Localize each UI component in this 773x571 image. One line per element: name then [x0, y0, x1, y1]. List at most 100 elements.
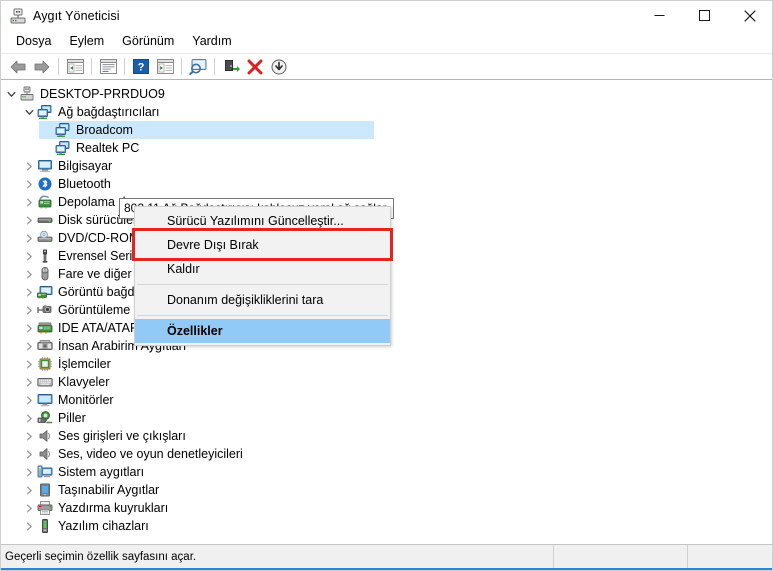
back-icon[interactable]	[6, 55, 30, 78]
status-bar-message: Geçerli seçimin özellik sayfasını açar.	[1, 545, 554, 568]
chevron-right-icon[interactable]	[21, 445, 37, 463]
system-device-icon	[37, 464, 53, 480]
tree-item-software-device[interactable]: Yazılım cihazları	[1, 517, 772, 535]
chevron-right-icon[interactable]	[21, 373, 37, 391]
chevron-right-icon[interactable]	[21, 517, 37, 535]
chevron-right-icon[interactable]	[21, 211, 37, 229]
imaging-device-icon	[37, 302, 53, 318]
context-menu-item-disable[interactable]: Devre Dışı Bırak	[135, 233, 390, 257]
chevron-down-icon[interactable]	[21, 103, 37, 121]
tree-item-label: Bluetooth	[58, 177, 111, 191]
print-queue-icon	[37, 500, 53, 516]
network-adapter-icon	[55, 140, 71, 156]
disable-device-icon[interactable]	[219, 55, 243, 78]
tree-item-print-queue[interactable]: Yazdırma kuyrukları	[1, 499, 772, 517]
toolbar: ?	[1, 54, 772, 80]
tree-item-label: Ses girişleri ve çıkışları	[58, 429, 186, 443]
svg-text:?: ?	[138, 62, 145, 74]
chevron-right-icon[interactable]	[21, 463, 37, 481]
tree-item-network-adapter[interactable]: Broadcom	[1, 121, 772, 139]
maximize-icon[interactable]	[682, 1, 727, 30]
chevron-right-icon[interactable]	[21, 355, 37, 373]
tree-item-label: Yazılım cihazları	[58, 519, 149, 533]
chevron-right-icon[interactable]	[21, 409, 37, 427]
tree-root-label: DESKTOP-PRRDUO9	[40, 87, 165, 101]
chevron-right-icon[interactable]	[21, 391, 37, 409]
toolbar-separator	[214, 58, 215, 75]
tree-item-monitor[interactable]: Monitörler	[1, 391, 772, 409]
network-adapter-icon	[55, 122, 71, 138]
tree-item-computer[interactable]: Bilgisayar	[1, 157, 772, 175]
tree-item-portable-device[interactable]: Taşınabilir Aygıtlar	[1, 481, 772, 499]
chevron-right-icon[interactable]	[21, 229, 37, 247]
menu-dosya[interactable]: Dosya	[7, 32, 60, 51]
tree-item-battery[interactable]: Piller	[1, 409, 772, 427]
context-menu-item-update-driver[interactable]: Sürücü Yazılımını Güncelleştir...	[135, 209, 390, 233]
tree-item-label: Realtek PC	[76, 141, 140, 155]
chevron-right-icon[interactable]	[21, 319, 37, 337]
chevron-right-icon[interactable]	[21, 427, 37, 445]
menu-yardim[interactable]: Yardım	[183, 32, 240, 51]
chevron-right-icon[interactable]	[21, 337, 37, 355]
tree-item-label: Broadcom	[76, 123, 133, 137]
chevron-right-icon[interactable]	[21, 193, 37, 211]
properties-icon[interactable]	[96, 55, 120, 78]
uninstall-device-icon[interactable]	[243, 55, 267, 78]
menu-gorunum[interactable]: Görünüm	[113, 32, 183, 51]
tree-item-keyboard[interactable]: Klavyeler	[1, 373, 772, 391]
chevron-right-icon[interactable]	[21, 157, 37, 175]
tree-item-label: Monitörler	[58, 393, 114, 407]
chevron-right-icon[interactable]	[21, 283, 37, 301]
context-menu-separator	[137, 284, 388, 285]
ide-controller-icon	[37, 320, 53, 336]
software-device-icon	[37, 518, 53, 534]
storage-controller-icon	[37, 194, 53, 210]
chevron-right-icon[interactable]	[21, 301, 37, 319]
install-legacy-hardware-icon[interactable]	[267, 55, 291, 78]
caption-button-group	[637, 1, 772, 30]
tree-item-audio-io[interactable]: Ses girişleri ve çıkışları	[1, 427, 772, 445]
context-menu-item-properties[interactable]: Özellikler	[135, 319, 390, 343]
chevron-down-icon[interactable]	[3, 85, 19, 103]
bluetooth-icon	[37, 176, 53, 192]
hid-icon	[37, 338, 53, 354]
tree-item-label: Ses, video ve oyun denetleyicileri	[58, 447, 243, 461]
help-icon[interactable]: ?	[129, 55, 153, 78]
tree-item-label: Sistem aygıtları	[58, 465, 145, 479]
tree-indent-spacer	[39, 139, 55, 157]
tree-root-row[interactable]: DESKTOP-PRRDUO9	[1, 85, 772, 103]
context-menu-item-scan-hardware[interactable]: Donanım değişikliklerini tara	[135, 288, 390, 312]
chevron-right-icon[interactable]	[21, 481, 37, 499]
tree-item-network-adapter[interactable]: Ağ bağdaştırıcıları	[1, 103, 772, 121]
battery-icon	[37, 410, 53, 426]
device-context-menu[interactable]: Sürücü Yazılımını Güncelleştir... Devre …	[134, 206, 391, 346]
show-hide-console-tree-icon[interactable]	[63, 55, 87, 78]
network-adapter-icon	[37, 104, 53, 120]
scan-hardware-changes-icon[interactable]	[186, 55, 210, 78]
chevron-right-icon[interactable]	[21, 175, 37, 193]
tree-item-bluetooth[interactable]: Bluetooth	[1, 175, 772, 193]
minimize-icon[interactable]	[637, 1, 682, 30]
tree-item-system-device[interactable]: Sistem aygıtları	[1, 463, 772, 481]
forward-icon[interactable]	[30, 55, 54, 78]
tree-item-label: DVD/CD-ROM	[58, 231, 140, 245]
context-menu-item-uninstall[interactable]: Kaldır	[135, 257, 390, 281]
portable-device-icon	[37, 482, 53, 498]
audio-io-icon	[37, 428, 53, 444]
status-bar: Geçerli seçimin özellik sayfasını açar.	[1, 544, 772, 570]
tree-item-label: İşlemciler	[58, 357, 111, 371]
console-content-pane: DESKTOP-PRRDUO9 Ağ bağdaştırıcıları Broad…	[1, 80, 772, 544]
chevron-right-icon[interactable]	[21, 499, 37, 517]
tree-item-network-adapter[interactable]: Realtek PC	[1, 139, 772, 157]
chevron-right-icon[interactable]	[21, 265, 37, 283]
update-driver-icon[interactable]	[153, 55, 177, 78]
tree-item-label: Evrensel Seri V	[58, 249, 145, 263]
tree-item-label: Bilgisayar	[58, 159, 113, 173]
chevron-right-icon[interactable]	[21, 247, 37, 265]
tree-item-processor[interactable]: İşlemciler	[1, 355, 772, 373]
tree-item-audio-video-game[interactable]: Ses, video ve oyun denetleyicileri	[1, 445, 772, 463]
tree-item-label: Ağ bağdaştırıcıları	[58, 105, 160, 119]
close-icon[interactable]	[727, 1, 772, 30]
menu-eylem[interactable]: Eylem	[60, 32, 113, 51]
toolbar-separator	[124, 58, 125, 75]
